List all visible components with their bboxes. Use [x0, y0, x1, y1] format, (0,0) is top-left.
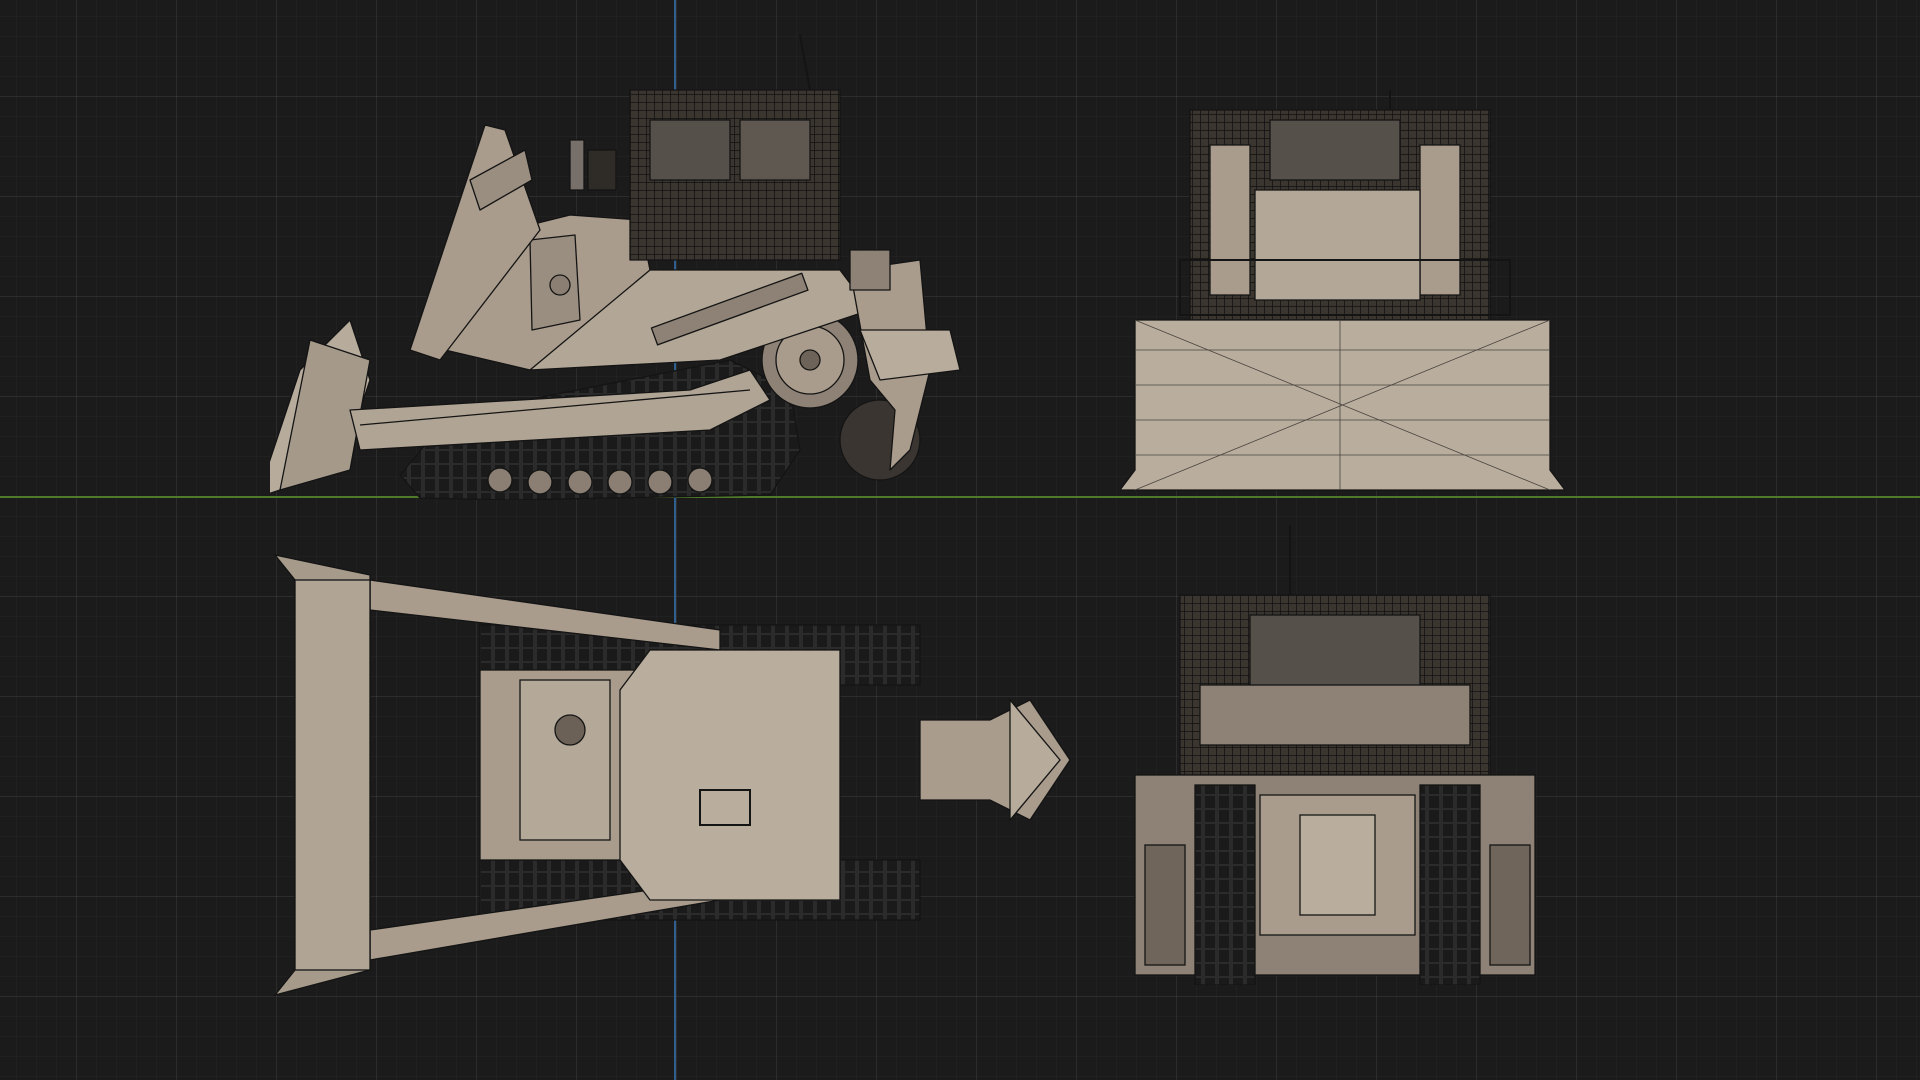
- top-cab-roof: [619, 649, 841, 901]
- side-view-bulldozer[interactable]: [270, 30, 1120, 500]
- top-view-bulldozer[interactable]: [270, 550, 1120, 1000]
- back-track-right: [1419, 784, 1481, 985]
- back-view-bulldozer[interactable]: [1120, 515, 1580, 985]
- back-track-left: [1194, 784, 1256, 985]
- front-view-bulldozer[interactable]: [1120, 90, 1580, 500]
- 3d-viewport[interactable]: [0, 0, 1920, 1080]
